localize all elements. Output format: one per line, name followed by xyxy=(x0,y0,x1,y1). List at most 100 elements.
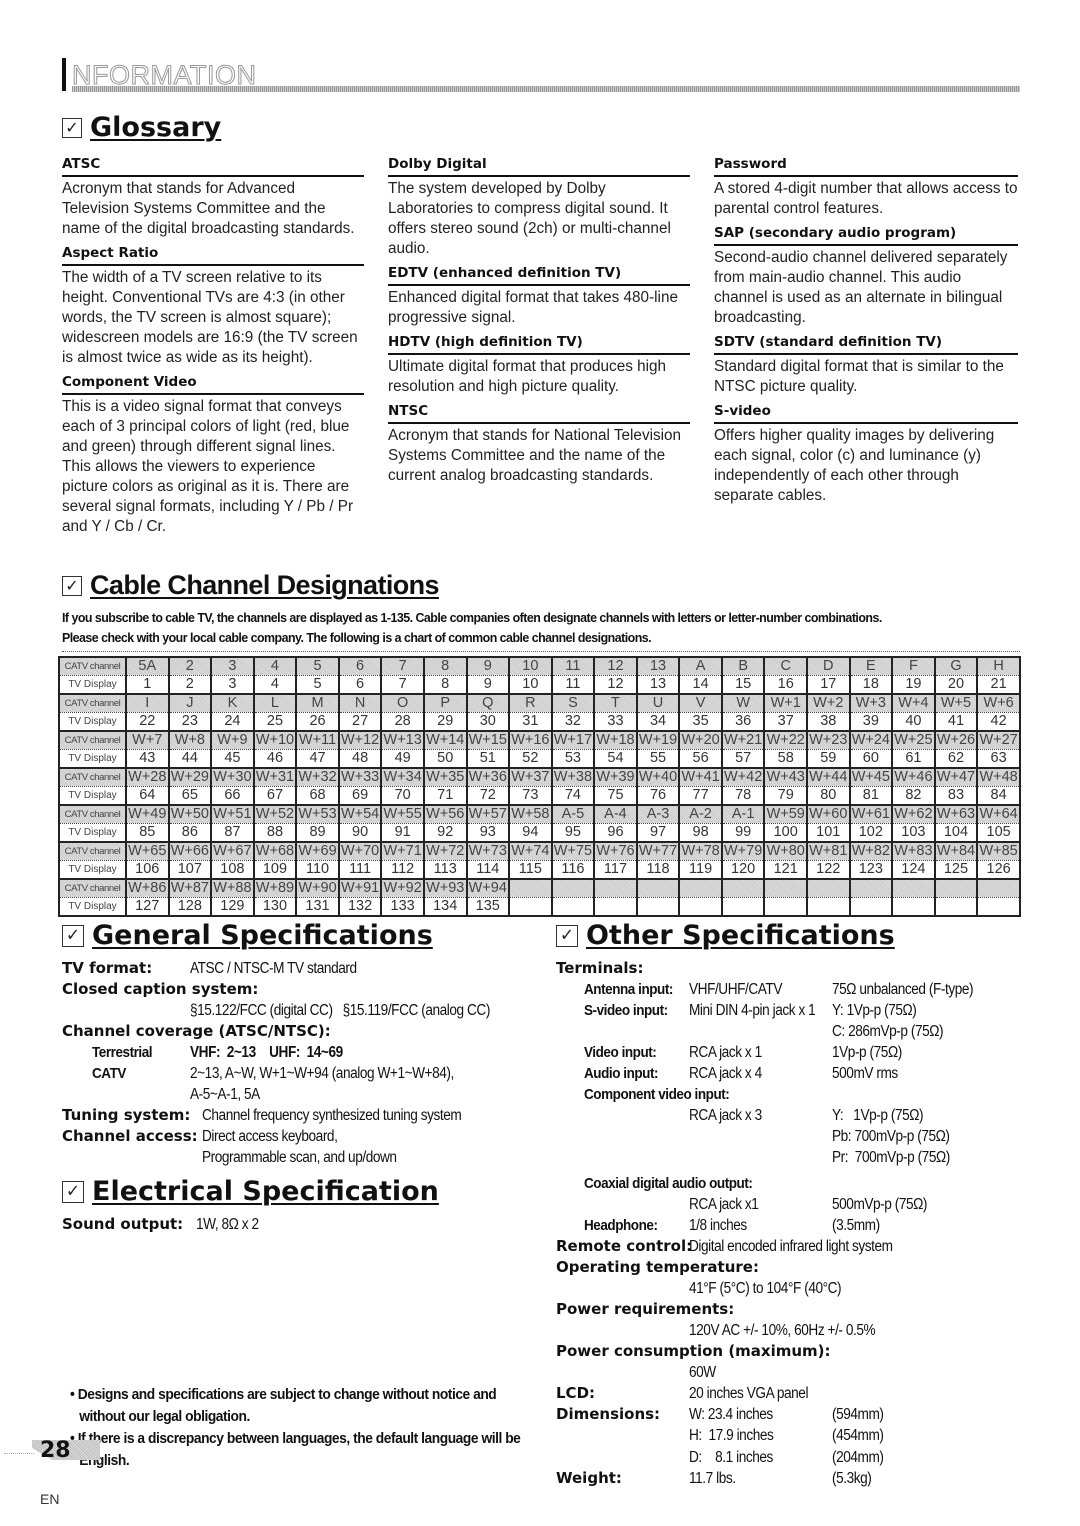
glossary-term-definition: The width of a TV screen relative to its… xyxy=(62,269,358,366)
glossary-term-definition: This is a video signal format that conve… xyxy=(62,398,354,535)
tv-display-cell: 38 xyxy=(806,712,850,731)
catv-channel-cell: W+71 xyxy=(380,842,424,861)
weight-kg: (5.3kg) xyxy=(832,1470,872,1487)
tv-display-cell: 36 xyxy=(720,712,765,731)
tv-display-cell: 37 xyxy=(763,712,807,731)
catv-channel-cell: D xyxy=(806,657,850,676)
tv-display-cell: 42 xyxy=(976,712,1020,731)
note-item: • If there is a discrepancy between lang… xyxy=(70,1430,521,1469)
svideo-spec-c: C: 286mVp-p (75Ω) xyxy=(832,1023,944,1040)
terrestrial-label: Terrestrial xyxy=(92,1044,153,1061)
tuning-value: Channel frequency synthesized tuning sys… xyxy=(202,1107,462,1124)
catv-channel-cell: W+14 xyxy=(422,731,467,750)
tv-display-cell: 116 xyxy=(550,860,595,879)
catv-channel-cell: A xyxy=(678,657,722,676)
tv-display-cell: 133 xyxy=(380,897,424,916)
dim-depth: D: 8.1 inches xyxy=(689,1449,773,1466)
catv-channel-cell: W+22 xyxy=(763,731,807,750)
temp-value: 41°F (5°C) to 104°F (40°C) xyxy=(689,1280,842,1297)
glossary-term-heading: NTSC xyxy=(388,403,690,424)
catv-channel-cell: W+48 xyxy=(976,768,1020,787)
tv-display-cell xyxy=(720,897,765,916)
tv-display-cell: 48 xyxy=(337,749,382,768)
catv-channel-cell: W+85 xyxy=(976,842,1020,861)
catv-channel-cell: W+38 xyxy=(550,768,595,787)
tv-display-cell: 28 xyxy=(380,712,424,731)
tv-display-cell: 110 xyxy=(295,860,339,879)
svideo-spec-y: Y: 1Vp-p (75Ω) xyxy=(832,1002,917,1019)
glossary-term: ATSC Acronym that stands for Advanced Tel… xyxy=(62,156,364,239)
tv-display-cell: 68 xyxy=(295,786,339,805)
checkbox-icon xyxy=(62,117,82,138)
tv-display-cell xyxy=(550,897,595,916)
tv-display-cell: 32 xyxy=(550,712,595,731)
catv-channel-cell: 5 xyxy=(295,657,339,676)
catv-channel-row: CATV channel W+28 W+29 W+30 W+31 W+32 W+33 W+34… xyxy=(59,768,1020,787)
tv-display-row: TV Display 1 2 3 4 5 6 7 8 9 10 11 12 13 14 15 16 17 18 19 2… xyxy=(59,675,1020,694)
catv-channel-cell: W+29 xyxy=(167,768,212,787)
tv-display-cell: 4 xyxy=(252,675,297,694)
tv-display-cell: 53 xyxy=(550,749,595,768)
tv-display-cell: 14 xyxy=(678,675,722,694)
coverage-label: Channel coverage (ATSC/NTSC): xyxy=(62,1022,331,1040)
catv-channel-cell: F xyxy=(891,657,935,676)
tv-display-cell: 62 xyxy=(933,749,978,768)
display-row-label: TV Display xyxy=(59,675,126,694)
catv-channel-cell: W+94 xyxy=(465,879,510,898)
catv-channel-cell: 7 xyxy=(380,657,424,676)
catv-channel-cell: W+44 xyxy=(806,768,850,787)
checkbox-icon xyxy=(62,1180,84,1203)
tv-display-cell: 135 xyxy=(465,897,510,916)
catv-channel-cell: W+24 xyxy=(848,731,893,750)
component-label: Component video input: xyxy=(584,1086,730,1103)
general-specs-title: General Specifications xyxy=(62,920,433,951)
glossary-term-heading: HDTV (high definition TV) xyxy=(388,334,690,355)
glossary-term: NTSC Acronym that stands for National Tel… xyxy=(388,403,690,486)
catv-row-label: CATV channel xyxy=(59,842,126,861)
tv-display-cell: 122 xyxy=(806,860,850,879)
catv-channel-cell: W+65 xyxy=(125,842,169,861)
tv-display-cell xyxy=(891,897,935,916)
catv-channel-cell: W+59 xyxy=(763,805,807,824)
tv-display-cell: 16 xyxy=(763,675,807,694)
catv-channel-cell: H xyxy=(976,657,1020,676)
catv-channel-cell: W+73 xyxy=(465,842,510,861)
tv-display-cell: 13 xyxy=(635,675,680,694)
tv-display-cell: 114 xyxy=(465,860,510,879)
tv-display-cell: 121 xyxy=(763,860,807,879)
catv-channel-cell: W+34 xyxy=(380,768,424,787)
catv-channel-cell: W+2 xyxy=(806,694,850,713)
electrical-specs: Sound output: 1W, 8Ω x 2 xyxy=(62,1214,532,1238)
tv-display-cell: 82 xyxy=(891,786,935,805)
catv-channel-cell: W+35 xyxy=(422,768,467,787)
tv-display-cell: 113 xyxy=(422,860,467,879)
catv-channel-cell: W+86 xyxy=(125,879,169,898)
tv-display-cell: 72 xyxy=(465,786,510,805)
tv-display-cell: 29 xyxy=(422,712,467,731)
catv-channel-cell: 10 xyxy=(508,657,552,676)
terminals-label: Terminals: xyxy=(556,959,644,977)
catv-channel-cell: 4 xyxy=(252,657,297,676)
catv-row-label: CATV channel xyxy=(59,879,126,898)
cc-value: §15.122/FCC (digital CC) §15.119/FCC (an… xyxy=(190,1002,490,1019)
glossary-term-heading: Dolby Digital xyxy=(388,156,690,177)
catv-channel-cell: 8 xyxy=(422,657,467,676)
headphone-value: 1/8 inches xyxy=(689,1217,747,1234)
catv-channel-cell: W+21 xyxy=(720,731,765,750)
catv-channel-cell: M xyxy=(295,694,339,713)
tv-display-cell: 58 xyxy=(763,749,807,768)
catv-channel-cell: Q xyxy=(465,694,510,713)
catv-channel-cell: W+16 xyxy=(508,731,552,750)
catv-channel-cell: W+46 xyxy=(891,768,935,787)
catv-channel-cell: W+31 xyxy=(252,768,297,787)
catv-channel-cell: W+37 xyxy=(508,768,552,787)
tv-display-cell: 2 xyxy=(167,675,212,694)
glossary-term-heading: SDTV (standard definition TV) xyxy=(714,334,1018,355)
catv-channel-cell: W+26 xyxy=(933,731,978,750)
glossary-term: SDTV (standard definition TV) Standard di… xyxy=(714,334,1018,397)
audio-value: RCA jack x 4 xyxy=(689,1065,762,1082)
catv-channel-cell xyxy=(806,879,850,898)
tv-display-row: TV Display 85 86 87 88 89 90 91 92 93 94 95 96 97 98 99… xyxy=(59,823,1020,842)
catv-channel-cell: W+68 xyxy=(252,842,297,861)
catv-channel-cell: W+93 xyxy=(422,879,467,898)
